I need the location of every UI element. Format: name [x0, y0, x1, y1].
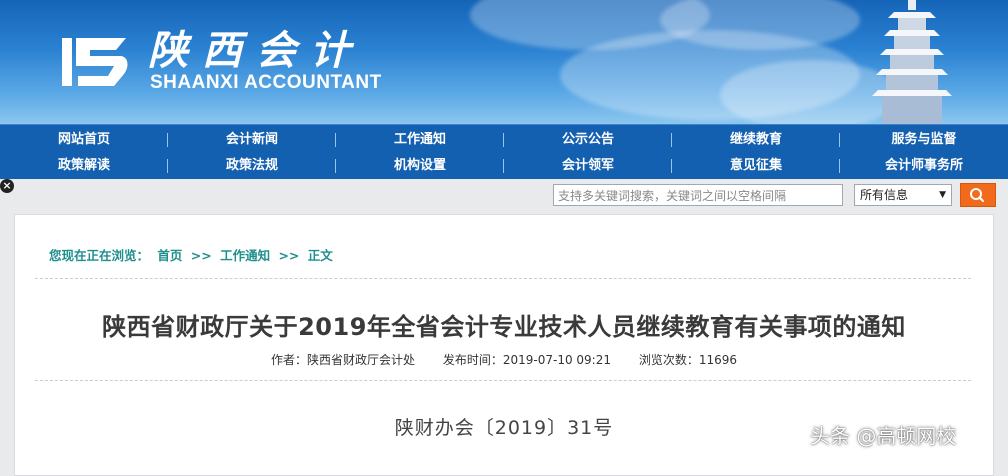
breadcrumb-separator: >>	[190, 248, 212, 263]
search-scope-select[interactable]: 所有信息 ▼	[854, 184, 952, 206]
nav-opinion-solicitation[interactable]: 意见征集	[672, 153, 840, 179]
search-button[interactable]	[960, 183, 996, 207]
article-meta: 作者：陕西省财政厅会计处 发布时间：2019-07-10 09:21 浏览次数：…	[15, 351, 993, 368]
nav-home[interactable]: 网站首页	[0, 127, 168, 153]
breadcrumb-prefix: 您现在正在浏览：	[49, 248, 150, 263]
nav-policy-interpretation[interactable]: 政策解读	[0, 153, 168, 179]
nav-accounting-leaders[interactable]: 会计领军	[504, 153, 672, 179]
divider	[35, 278, 971, 279]
nav-accounting-firms[interactable]: 会计师事务所	[840, 153, 1008, 179]
breadcrumb-current: 正文	[307, 248, 333, 263]
logo-icon[interactable]	[60, 32, 132, 92]
breadcrumb-home[interactable]: 首页	[157, 248, 182, 263]
breadcrumb-separator: >>	[278, 248, 300, 263]
close-icon[interactable]: ×	[0, 179, 14, 193]
breadcrumb: 您现在正在浏览： 首页 >> 工作通知 >> 正文	[49, 245, 337, 264]
nav-organization[interactable]: 机构设置	[336, 153, 504, 179]
nav-continuing-education[interactable]: 继续教育	[672, 127, 840, 153]
search-input[interactable]: 支持多关键词搜索，关键词之间以空格间隔	[553, 184, 843, 206]
site-banner: 陕西会计 SHAANXI ACCOUNTANT	[0, 0, 1008, 124]
nav-policy-regulations[interactable]: 政策法规	[168, 153, 336, 179]
pagoda-illustration	[872, 0, 952, 124]
logo-english-text: SHAANXI ACCOUNTANT	[150, 72, 382, 93]
search-scope-value: 所有信息	[860, 188, 909, 202]
main-nav: 网站首页 会计新闻 工作通知 公示公告 继续教育 服务与监督 政策解读 政策法规…	[0, 124, 1008, 179]
nav-announcements[interactable]: 公示公告	[504, 127, 672, 153]
article-publish-time: 发布时间：2019-07-10 09:21	[442, 353, 611, 367]
search-icon	[970, 188, 985, 203]
logo-chinese-text: 陕西会计	[148, 27, 364, 74]
nav-accounting-news[interactable]: 会计新闻	[168, 127, 336, 153]
breadcrumb-work-notices[interactable]: 工作通知	[220, 248, 270, 263]
nav-work-notices[interactable]: 工作通知	[336, 127, 504, 153]
article-title: 陕西省财政厅关于2019年全省会计专业技术人员继续教育有关事项的通知	[102, 313, 906, 341]
nav-service-supervision[interactable]: 服务与监督	[840, 127, 1008, 153]
article-view-count: 浏览次数：11696	[638, 353, 737, 367]
watermark-text: 头条 @高顿网校	[810, 424, 957, 448]
dropdown-arrow-icon: ▼	[939, 190, 946, 200]
divider	[35, 380, 971, 381]
article-author: 作者：陕西省财政厅会计处	[271, 353, 416, 367]
